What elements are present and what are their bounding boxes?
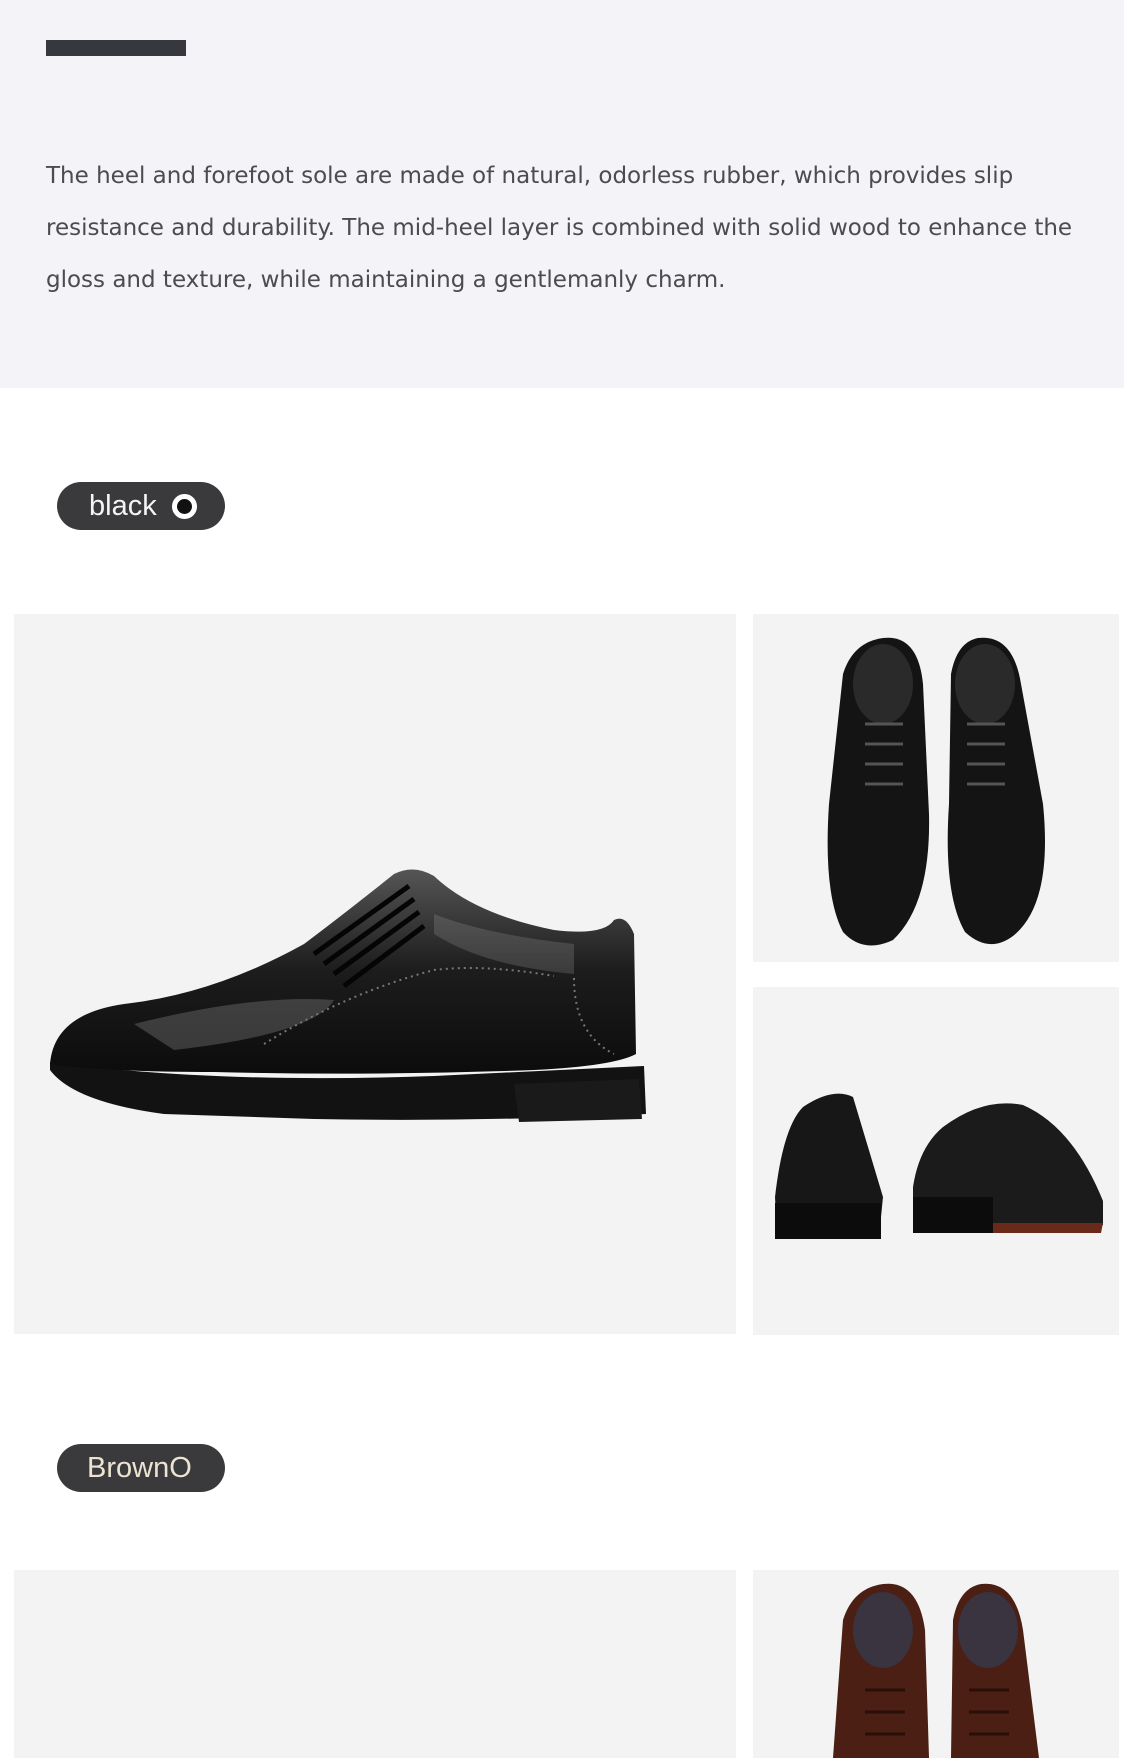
- color-label-black: black: [57, 482, 225, 530]
- black-oxford-heel-illustration: [775, 1093, 1103, 1239]
- color-label-brown: BrownO: [57, 1444, 225, 1492]
- black-oxford-side-illustration: [50, 869, 646, 1122]
- brown-oxford-top-illustration: [833, 1583, 1039, 1758]
- sole-description: The heel and forefoot sole are made of n…: [46, 163, 1073, 293]
- black-shoe-side-photo: [14, 614, 736, 1334]
- section-divider-bar: [46, 40, 186, 56]
- color-label-text: BrownO: [87, 1451, 192, 1484]
- brown-shoes-top-photo: [753, 1570, 1119, 1758]
- intro-section: The heel and forefoot sole are made of n…: [0, 0, 1124, 388]
- black-shoes-heel-photo: [753, 987, 1119, 1335]
- filled-circle-icon: [171, 493, 197, 519]
- black-shoes-top-photo: [753, 614, 1119, 962]
- brown-shoe-side-photo: [14, 1570, 736, 1758]
- color-label-text: black: [89, 489, 157, 522]
- black-oxford-top-illustration: [827, 637, 1045, 946]
